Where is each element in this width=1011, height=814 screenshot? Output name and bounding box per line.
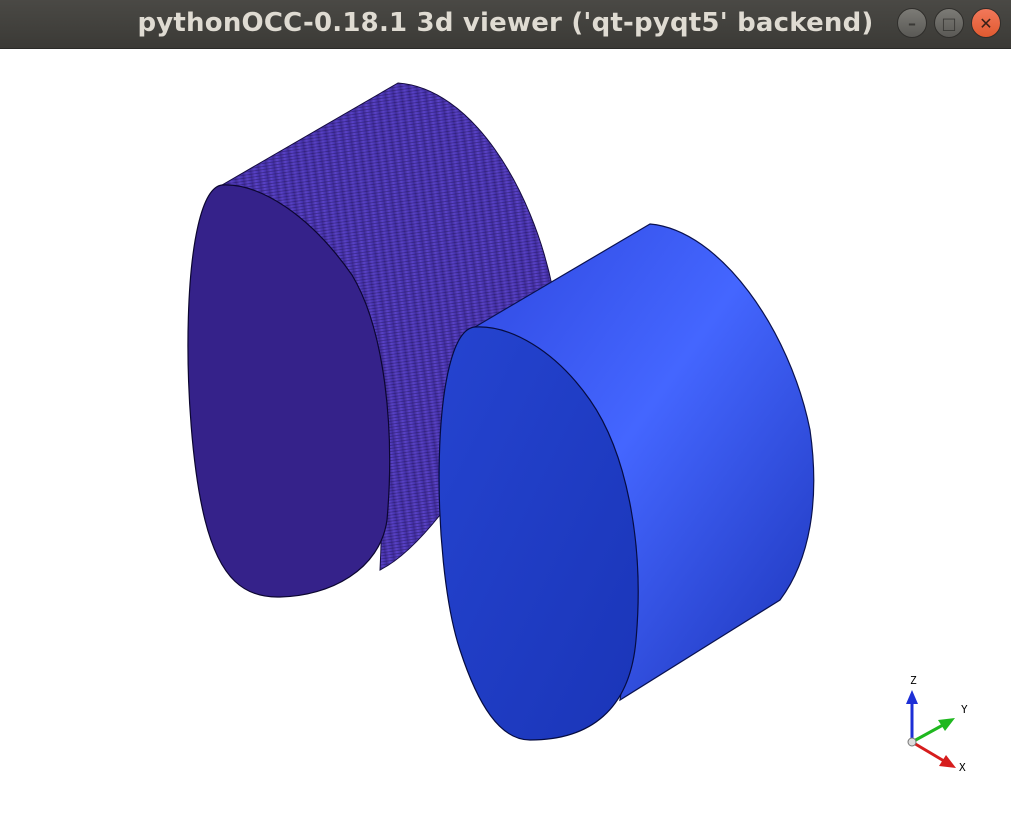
window-title: pythonOCC-0.18.1 3d viewer ('qt-pyqt5' b…: [137, 8, 874, 38]
x-arrow-icon: [939, 755, 956, 768]
scene-canvas[interactable]: Z Y X: [0, 49, 1011, 814]
y-arrow-icon: [938, 718, 955, 731]
z-axis-label: Z: [910, 674, 917, 687]
view-triedron: Z Y X: [906, 674, 968, 774]
close-button[interactable]: ✕: [971, 8, 1001, 38]
x-axis-label: X: [959, 761, 966, 774]
maximize-button[interactable]: □: [934, 8, 964, 38]
z-arrow-icon: [906, 690, 918, 704]
minimize-icon: –: [908, 13, 916, 33]
x-axis: [911, 740, 945, 763]
maximize-icon: □: [941, 13, 957, 33]
close-icon: ✕: [979, 13, 993, 33]
origin-icon: [907, 737, 917, 747]
y-axis-label: Y: [961, 703, 968, 716]
viewer-window: pythonOCC-0.18.1 3d viewer ('qt-pyqt5' b…: [0, 0, 1011, 814]
y-axis: [911, 723, 944, 744]
3d-viewport[interactable]: Z Y X: [0, 49, 1011, 814]
window-controls: – □ ✕: [897, 8, 1001, 38]
minimize-button[interactable]: –: [897, 8, 927, 38]
title-bar[interactable]: pythonOCC-0.18.1 3d viewer ('qt-pyqt5' b…: [0, 0, 1011, 49]
